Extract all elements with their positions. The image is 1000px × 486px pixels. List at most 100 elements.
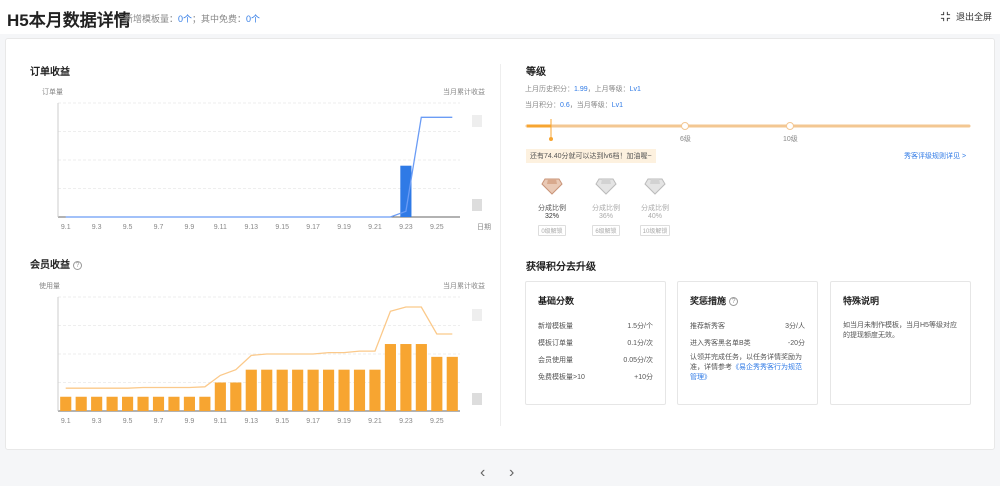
basic-row-value: 0.05分/次 — [623, 357, 653, 364]
bar — [122, 396, 134, 411]
x-axis-title: 日期 — [477, 223, 491, 231]
diamond-icon — [595, 178, 617, 195]
order-right-axis-label: 当月累计收益 — [443, 89, 485, 96]
tier-2-badge: 6级解锁 — [592, 225, 620, 236]
x-tick-label: 9.3 — [92, 418, 102, 425]
x-tick-label: 9.17 — [306, 224, 320, 231]
tier-1-label: 分成比例 — [538, 205, 566, 212]
current-points-value: 0.6 — [560, 102, 570, 109]
bar — [183, 396, 195, 411]
x-tick-label: 9.9 — [185, 224, 195, 231]
x-tick-label: 9.13 — [244, 224, 258, 231]
scroll-handle-bottom — [472, 199, 482, 211]
bar — [384, 344, 396, 411]
tier-3-pct: 40% — [647, 213, 662, 220]
current-points-label: 当月积分： — [525, 102, 560, 109]
basic-score-title: 基础分数 — [538, 296, 575, 306]
x-tick-label: 9.5 — [123, 224, 133, 231]
last-month-points-value: 1.99 — [574, 86, 588, 93]
current-level-label: ，当月等级： — [569, 102, 612, 109]
x-tick-label: 9.23 — [399, 418, 413, 425]
bar — [214, 382, 226, 411]
bar — [245, 369, 257, 411]
divider — [500, 64, 501, 426]
current-level-dot — [549, 137, 553, 141]
scroll-handle-bottom — [472, 393, 482, 405]
level-progress-bar — [525, 119, 971, 141]
basic-row: 模板订单量 0.1分/次 — [538, 338, 653, 348]
x-tick-label: 9.13 — [244, 418, 258, 425]
bar — [276, 369, 288, 411]
tier-1-badge: 0级解锁 — [538, 225, 566, 236]
page-title: H5本月数据详情 — [7, 11, 131, 30]
bar — [323, 369, 335, 411]
bar — [152, 396, 165, 411]
bar — [415, 344, 427, 411]
x-tick-label: 9.25 — [430, 224, 444, 231]
header: H5本月数据详情 新增模板量：0个；其中免费：0个 退出全屏 — [0, 0, 1000, 34]
basic-row-value: +10分 — [634, 374, 653, 381]
tier-1-pct: 32% — [544, 213, 559, 220]
level-6-node — [681, 122, 689, 130]
bar — [261, 369, 273, 411]
reward-row: 推荐新秀客 3分/人 — [690, 321, 805, 331]
bar — [292, 369, 304, 411]
x-tick-label: 9.15 — [275, 224, 289, 231]
basic-row-key: 新增模板量 — [538, 323, 573, 330]
reward-row-value: -20分 — [787, 340, 805, 347]
tier-3: 分成比例 40% 10级解锁 — [630, 177, 680, 238]
exit-fullscreen-label: 退出全屏 — [955, 12, 992, 22]
bar — [199, 396, 211, 411]
exit-fullscreen-button[interactable]: 退出全屏 — [940, 10, 992, 23]
bar — [369, 369, 381, 411]
reward-title: 奖惩措施? — [690, 294, 739, 307]
reward-row: 进入秀客黑名单B类 -20分 — [690, 338, 805, 348]
x-tick-label: 9.1 — [61, 418, 71, 425]
bar — [400, 344, 412, 411]
x-tick-label: 9.7 — [154, 418, 164, 425]
prev-arrow-icon[interactable]: ‹ — [480, 464, 485, 482]
bar — [307, 369, 319, 411]
basic-row-value: 1.5分/个 — [627, 323, 653, 330]
x-tick-label: 9.21 — [368, 418, 382, 425]
last-month-level-label: ，上月等级： — [587, 86, 630, 93]
help-icon[interactable]: ? — [73, 260, 82, 270]
upgrade-title: 获得积分去升级 — [526, 262, 596, 273]
rules-link[interactable]: 秀客评级规则详见 > — [904, 151, 966, 161]
x-tick-label: 9.19 — [337, 224, 351, 231]
help-icon[interactable]: ? — [729, 297, 739, 307]
x-tick-label: 9.9 — [185, 418, 195, 425]
member-revenue-chart: 9.1 9.3 9.5 9.7 9.9 9.11 9.13 9.15 9.17 9.19 9.21 9… — [57, 296, 482, 425]
level-title: 等级 — [526, 67, 546, 78]
tier-2-pct: 36% — [598, 213, 613, 220]
basic-row-key: 模板订单量 — [538, 340, 573, 347]
next-arrow-icon[interactable]: › — [509, 464, 514, 482]
member-left-axis-label: 使用量 — [39, 283, 60, 290]
special-note-text: 如当月未制作模板，当月H5等级对应的提现额度无效。 — [843, 322, 957, 339]
bar — [75, 396, 87, 411]
x-tick-label: 9.25 — [430, 418, 444, 425]
order-left-axis-label: 订单量 — [42, 89, 63, 96]
member-revenue-title: 会员收益? — [30, 256, 82, 271]
x-tick-label: 9.11 — [214, 224, 227, 231]
tier-1: 分成比例 32% 0级解锁 — [527, 177, 577, 238]
marker-6-label: 6级 — [680, 136, 691, 143]
bar — [338, 369, 350, 411]
order-revenue-title: 订单收益 — [30, 67, 70, 78]
special-note-title: 特殊说明 — [843, 296, 880, 306]
bar — [60, 396, 72, 411]
basic-row: 免费模板量>10 +10分 — [538, 372, 653, 382]
basic-row-key: 免费模板量>10 — [538, 374, 585, 381]
bar — [431, 356, 443, 411]
bar — [230, 382, 242, 411]
bar — [446, 356, 458, 411]
scroll-handle-top — [472, 115, 482, 127]
scroll-handle-top — [472, 309, 482, 321]
basic-row: 会员使用量 0.05分/次 — [538, 355, 653, 365]
x-tick-label: 9.21 — [368, 224, 382, 231]
marker-10-label: 10级 — [783, 136, 798, 143]
basic-row-value: 0.1分/次 — [627, 340, 653, 347]
reward-row-key: 进入秀客黑名单B类 — [690, 340, 751, 347]
last-month-points-label: 上月历史积分： — [525, 86, 574, 93]
new-templates-value: 0个 — [178, 14, 193, 24]
